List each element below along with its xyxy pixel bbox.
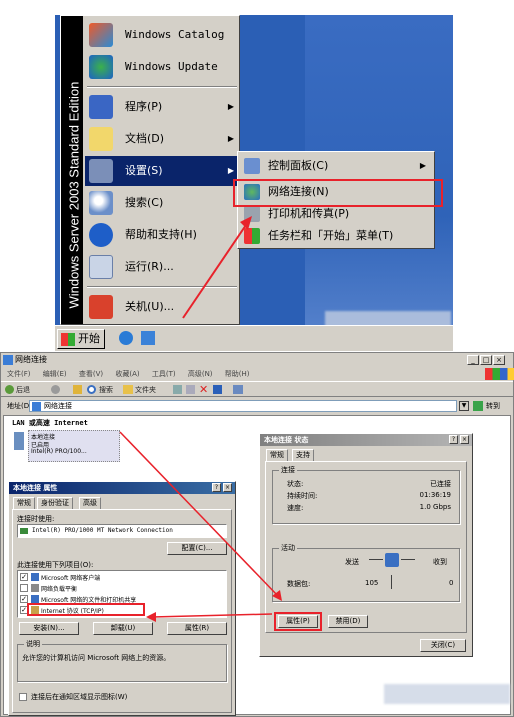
annotation-arrows-bottom [119, 431, 282, 622]
